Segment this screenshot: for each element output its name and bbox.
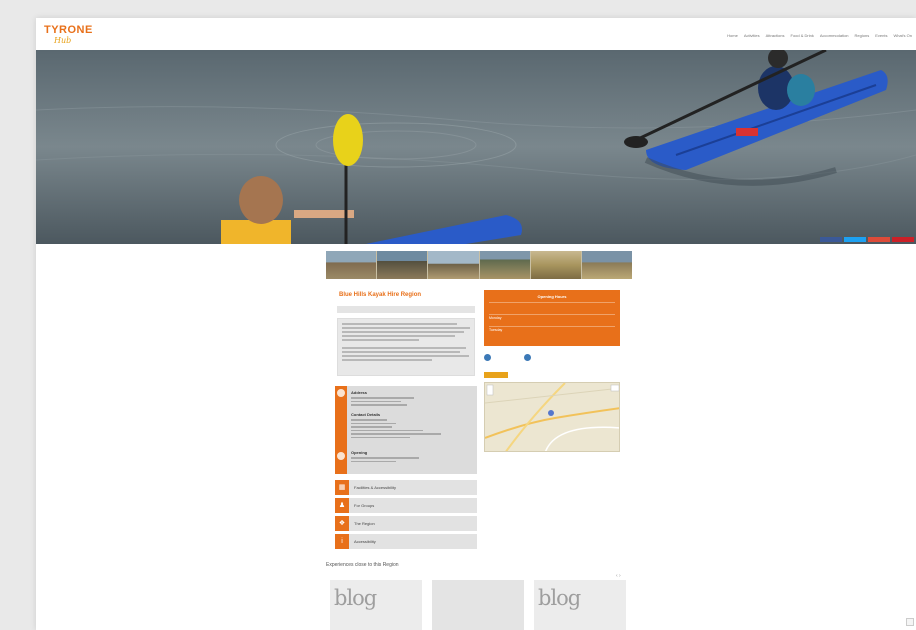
tag-icon: ❖ bbox=[335, 516, 349, 531]
carousel-arrows[interactable]: ‹ › bbox=[616, 573, 621, 579]
accreditation-badge bbox=[524, 354, 532, 362]
address-label: Address bbox=[351, 390, 368, 395]
nearby-section-title: Experiences close to this Region bbox=[326, 562, 399, 568]
hours-row: Monday bbox=[489, 314, 615, 320]
accordion-label: For Groups bbox=[354, 503, 375, 508]
page-subtitle-bar bbox=[337, 306, 475, 313]
gallery-thumb[interactable] bbox=[428, 251, 479, 279]
book-now-button[interactable] bbox=[484, 372, 508, 378]
accordion-label: Accessibility bbox=[354, 539, 376, 544]
site-header: TYRONE Hub Home Activities Attractions F… bbox=[36, 18, 916, 50]
hours-row bbox=[489, 302, 615, 308]
accordion-groups[interactable]: ♟ For Groups bbox=[335, 498, 477, 513]
gallery-thumb[interactable] bbox=[479, 251, 530, 279]
nav-item[interactable]: Regions bbox=[855, 33, 870, 39]
clock-icon bbox=[337, 452, 345, 460]
twitter-share-button[interactable] bbox=[844, 237, 866, 242]
nearby-card[interactable]: blog bbox=[534, 580, 626, 630]
nav-item[interactable]: Attractions bbox=[766, 33, 785, 39]
google-share-button[interactable] bbox=[868, 237, 890, 242]
nearby-card[interactable] bbox=[432, 580, 524, 630]
contact-info-panel: Address Contact Details Opening bbox=[335, 386, 477, 474]
listing-details: Blue Hills Kayak Hire Region Address Con… bbox=[335, 290, 477, 549]
logo-tagline: Hub bbox=[54, 36, 72, 45]
hero-banner bbox=[36, 50, 916, 244]
card-image-text: blog bbox=[538, 586, 581, 610]
facebook-share-button[interactable] bbox=[820, 237, 842, 242]
location-map[interactable] bbox=[484, 382, 620, 452]
browser-page: TYRONE Hub Home Activities Attractions F… bbox=[36, 18, 916, 630]
info-icon-rail bbox=[335, 386, 347, 474]
accordion-region[interactable]: ❖ The Region bbox=[335, 516, 477, 531]
opening-hours-title: Opening Hours bbox=[537, 294, 567, 299]
map-image bbox=[485, 383, 619, 451]
hours-day: Tuesday bbox=[489, 328, 503, 332]
location-icon bbox=[337, 389, 345, 397]
hours-row: Tuesday bbox=[489, 326, 615, 332]
accordion-facilities[interactable]: ▦ Facilities & Accessibility bbox=[335, 480, 477, 495]
accordion-label: Facilities & Accessibility bbox=[354, 485, 397, 490]
hero-kayak-image bbox=[36, 50, 916, 244]
contact-label: Contact Details bbox=[351, 412, 381, 417]
page-title: Blue Hills Kayak Hire Region bbox=[339, 292, 422, 298]
info-icon: i bbox=[335, 534, 349, 549]
hours-day: Monday bbox=[489, 316, 502, 320]
badge-icon bbox=[484, 354, 491, 361]
nav-item[interactable]: What's On bbox=[893, 33, 912, 39]
opening-label: Opening bbox=[351, 450, 368, 455]
accordion-accessibility[interactable]: i Accessibility bbox=[335, 534, 477, 549]
logo-text: TYRONE bbox=[44, 24, 93, 36]
photo-gallery-strip bbox=[326, 251, 633, 279]
nav-item[interactable]: Food & Drink bbox=[791, 33, 814, 39]
gallery-thumb[interactable] bbox=[530, 251, 581, 279]
site-logo[interactable]: TYRONE Hub bbox=[44, 24, 104, 46]
people-icon: ♟ bbox=[335, 498, 349, 513]
nearby-card[interactable]: blog bbox=[330, 580, 422, 630]
gallery-thumb[interactable] bbox=[581, 251, 633, 279]
description-box bbox=[337, 318, 475, 376]
badge-icon bbox=[524, 354, 531, 361]
nav-item[interactable]: Activities bbox=[744, 33, 760, 39]
pinterest-share-button[interactable] bbox=[892, 237, 914, 242]
opening-hours-panel: Opening Hours Monday Tuesday bbox=[484, 290, 620, 346]
accreditation-badge bbox=[484, 354, 492, 362]
nav-item[interactable]: Accommodation bbox=[820, 33, 849, 39]
gallery-thumb[interactable] bbox=[326, 251, 377, 279]
calendar-icon: ▦ bbox=[335, 480, 349, 495]
card-image-text: blog bbox=[334, 586, 377, 610]
gallery-thumb[interactable] bbox=[377, 251, 428, 279]
main-nav: Home Activities Attractions Food & Drink… bbox=[727, 33, 912, 39]
back-to-top-button[interactable] bbox=[906, 618, 914, 626]
accordion-label: The Region bbox=[354, 521, 375, 526]
nav-item[interactable]: Events bbox=[875, 33, 887, 39]
share-buttons bbox=[820, 237, 914, 242]
accreditation-badges bbox=[484, 352, 620, 366]
nav-item[interactable]: Home bbox=[727, 33, 738, 39]
